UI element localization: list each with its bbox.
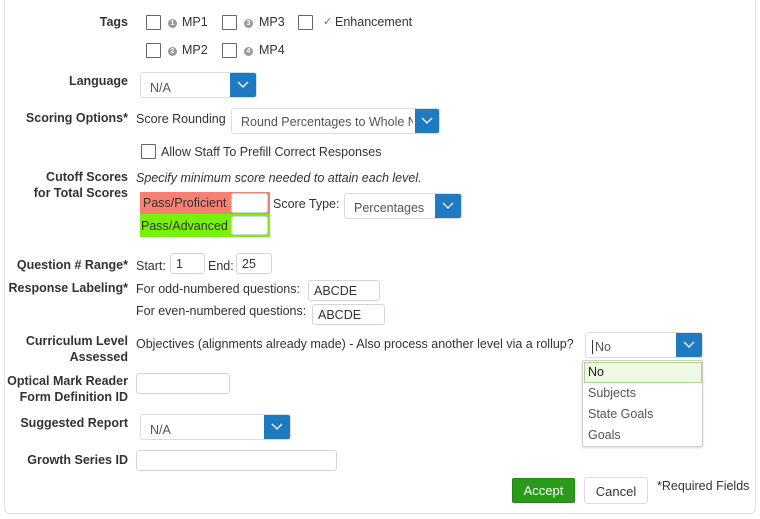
tags-label: Tags bbox=[99, 15, 128, 29]
chevron-down-icon bbox=[442, 202, 454, 209]
required-fields-note: *Required Fields bbox=[657, 479, 750, 493]
score-type-value: Percentages bbox=[354, 201, 425, 215]
even-questions-label: For even-numbered questions: bbox=[136, 304, 307, 318]
growth-series-label: Growth Series ID bbox=[27, 453, 128, 467]
tag-mp1-checkbox[interactable] bbox=[146, 15, 161, 30]
chevron-down-icon bbox=[683, 341, 695, 348]
dropdown-option-goals[interactable]: Goals bbox=[584, 425, 702, 446]
dropdown-option-subjects[interactable]: Subjects bbox=[584, 383, 702, 404]
range-start-label: Start: bbox=[136, 259, 166, 273]
chevron-down-icon bbox=[237, 81, 249, 88]
curriculum-rollup-button[interactable] bbox=[676, 333, 702, 357]
language-select-value: N/A bbox=[150, 81, 171, 95]
dropdown-option-no[interactable]: No bbox=[584, 362, 702, 383]
advanced-input[interactable] bbox=[231, 216, 268, 235]
tag-mp2-label: MP2 bbox=[182, 43, 208, 57]
curriculum-question: Objectives (alignments already made) - A… bbox=[136, 337, 574, 351]
tag-number-3-icon: 3 bbox=[244, 19, 253, 28]
omr-label-line1: Optical Mark Reader bbox=[7, 374, 128, 388]
suggested-report-button[interactable] bbox=[264, 415, 290, 439]
tag-mp1-label: MP1 bbox=[182, 15, 208, 29]
cutoff-level-proficient: Pass/Proficient bbox=[140, 192, 270, 214]
curriculum-rollup-select[interactable]: No bbox=[585, 332, 703, 358]
suggested-report-value: N/A bbox=[150, 423, 171, 437]
tag-mp3-label: MP3 bbox=[259, 15, 285, 29]
cancel-button[interactable]: Cancel bbox=[584, 477, 648, 504]
chevron-down-icon bbox=[271, 423, 283, 430]
range-start-input[interactable]: 1 bbox=[170, 253, 205, 274]
cutoff-level-advanced: Pass/Advanced bbox=[140, 214, 270, 237]
tag-enhancement-label: Enhancement bbox=[335, 15, 413, 29]
accept-button[interactable]: Accept bbox=[512, 478, 575, 503]
dropdown-option-state-goals[interactable]: State Goals bbox=[584, 404, 702, 425]
suggested-report-select[interactable]: N/A bbox=[140, 414, 291, 440]
suggested-report-label: Suggested Report bbox=[20, 416, 128, 430]
curriculum-label-line1: Curriculum Level bbox=[25, 334, 128, 348]
language-select[interactable]: N/A bbox=[140, 72, 257, 98]
proficient-input[interactable] bbox=[231, 193, 268, 213]
text-cursor bbox=[592, 340, 593, 354]
score-type-button[interactable] bbox=[435, 194, 461, 218]
odd-questions-input[interactable]: ABCDE bbox=[308, 280, 380, 301]
curriculum-rollup-dropdown: No Subjects State Goals Goals bbox=[582, 360, 703, 447]
tag-number-4-icon: 4 bbox=[244, 47, 253, 56]
odd-questions-label: For odd-numbered questions: bbox=[136, 282, 300, 296]
tag-mp4-checkbox[interactable] bbox=[222, 43, 237, 58]
language-label: Language bbox=[68, 74, 128, 88]
prefill-checkbox[interactable] bbox=[141, 144, 156, 159]
score-type-label: Score Type: bbox=[273, 197, 340, 211]
check-icon: ✓ bbox=[323, 16, 333, 28]
tag-number-1-icon: 1 bbox=[168, 19, 177, 28]
question-range-label: Question # Range* bbox=[16, 258, 128, 272]
language-select-button[interactable] bbox=[230, 73, 256, 97]
score-type-select[interactable]: Percentages bbox=[344, 193, 462, 219]
omr-form-id-input[interactable] bbox=[136, 373, 230, 394]
chevron-down-icon bbox=[421, 117, 433, 124]
omr-label-line2: Form Definition ID bbox=[19, 390, 128, 404]
cutoff-label-line2: for Total Scores bbox=[33, 186, 128, 200]
proficient-label: Pass/Proficient bbox=[143, 196, 227, 210]
score-rounding-value: Round Percentages to Whole N bbox=[241, 115, 413, 129]
cutoff-hint: Specify minimum score needed to attain e… bbox=[136, 171, 422, 185]
cutoff-label-line1: Cutoff Scores bbox=[46, 170, 128, 184]
score-rounding-button[interactable] bbox=[415, 109, 439, 133]
growth-series-input[interactable] bbox=[136, 450, 337, 471]
tag-number-2-icon: 2 bbox=[168, 47, 177, 56]
tag-enhancement-checkbox[interactable] bbox=[298, 15, 313, 30]
range-end-input[interactable]: 25 bbox=[236, 253, 272, 274]
advanced-label: Pass/Advanced bbox=[141, 219, 228, 233]
response-labeling-label: Response Labeling* bbox=[8, 281, 128, 295]
prefill-label: Allow Staff To Prefill Correct Responses bbox=[161, 145, 382, 159]
score-rounding-select[interactable]: Round Percentages to Whole N bbox=[231, 108, 440, 134]
even-questions-input[interactable]: ABCDE bbox=[312, 304, 385, 325]
curriculum-label-line2: Assessed bbox=[69, 350, 128, 364]
curriculum-rollup-value: No bbox=[595, 340, 611, 354]
tag-mp4-label: MP4 bbox=[259, 43, 285, 57]
range-end-label: End: bbox=[208, 259, 234, 273]
tag-mp2-checkbox[interactable] bbox=[146, 43, 161, 58]
tag-mp3-checkbox[interactable] bbox=[222, 15, 237, 30]
score-rounding-label: Score Rounding bbox=[136, 112, 226, 126]
scoring-options-label: Scoring Options* bbox=[25, 111, 128, 125]
